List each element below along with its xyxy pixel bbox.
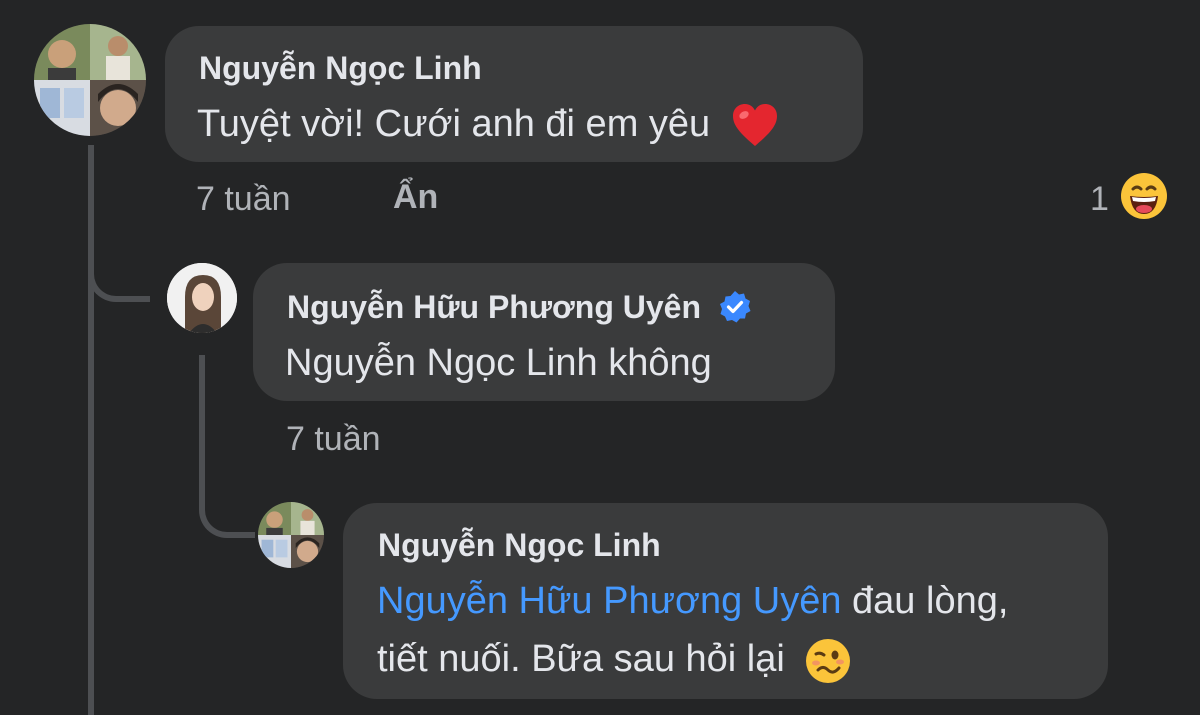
- comment-author-name: Nguyễn Hữu Phương Uyên: [287, 289, 701, 325]
- verified-badge-icon: [718, 290, 752, 324]
- comment-text-after-mention: đau lòng,: [841, 580, 1009, 622]
- avatar[interactable]: [258, 502, 324, 568]
- thread-line-reply: [199, 355, 205, 475]
- woozy-face-icon: [805, 638, 851, 684]
- comment-bubble[interactable]: Nguyễn Ngọc Linh Tuyệt vời! Cưới anh đi …: [165, 26, 863, 162]
- comment-text-body: tiết nuối. Bữa sau hỏi lại: [377, 638, 785, 680]
- thread-line-main: [88, 145, 94, 715]
- comment-text: Tuyệt vời! Cưới anh đi em yêu: [197, 94, 779, 154]
- comment-text-body: Tuyệt vời! Cưới anh đi em yêu: [197, 103, 711, 145]
- avatar[interactable]: [167, 263, 237, 333]
- comment-timestamp[interactable]: 7 tuần: [196, 180, 291, 219]
- comment-author[interactable]: Nguyễn Ngọc Linh: [199, 50, 482, 87]
- mention-link[interactable]: Nguyễn Hữu Phương Uyên: [377, 580, 841, 622]
- comment-timestamp[interactable]: 7 tuần: [286, 420, 381, 459]
- comment-bubble[interactable]: Nguyễn Hữu Phương Uyên Nguyễn Ngọc Linh …: [253, 263, 835, 401]
- thread-branch-1: [88, 240, 150, 302]
- red-heart-icon: [731, 102, 779, 150]
- comment-text: Nguyễn Ngọc Linh không: [285, 342, 712, 384]
- comment-text-line-1: Nguyễn Hữu Phương Uyên đau lòng,: [377, 571, 1008, 631]
- hide-button[interactable]: Ẩn: [393, 178, 438, 217]
- thread-branch-2: [199, 470, 255, 538]
- comment-text-line-2: tiết nuối. Bữa sau hỏi lại: [377, 629, 851, 689]
- comment-bubble[interactable]: Nguyễn Ngọc Linh Nguyễn Hữu Phương Uyên …: [343, 503, 1108, 699]
- reaction-count[interactable]: 1: [1090, 180, 1109, 219]
- comment-author[interactable]: Nguyễn Ngọc Linh: [378, 527, 661, 564]
- avatar[interactable]: [34, 24, 146, 136]
- laughing-face-icon[interactable]: [1120, 172, 1168, 220]
- comment-author[interactable]: Nguyễn Hữu Phương Uyên: [287, 289, 752, 327]
